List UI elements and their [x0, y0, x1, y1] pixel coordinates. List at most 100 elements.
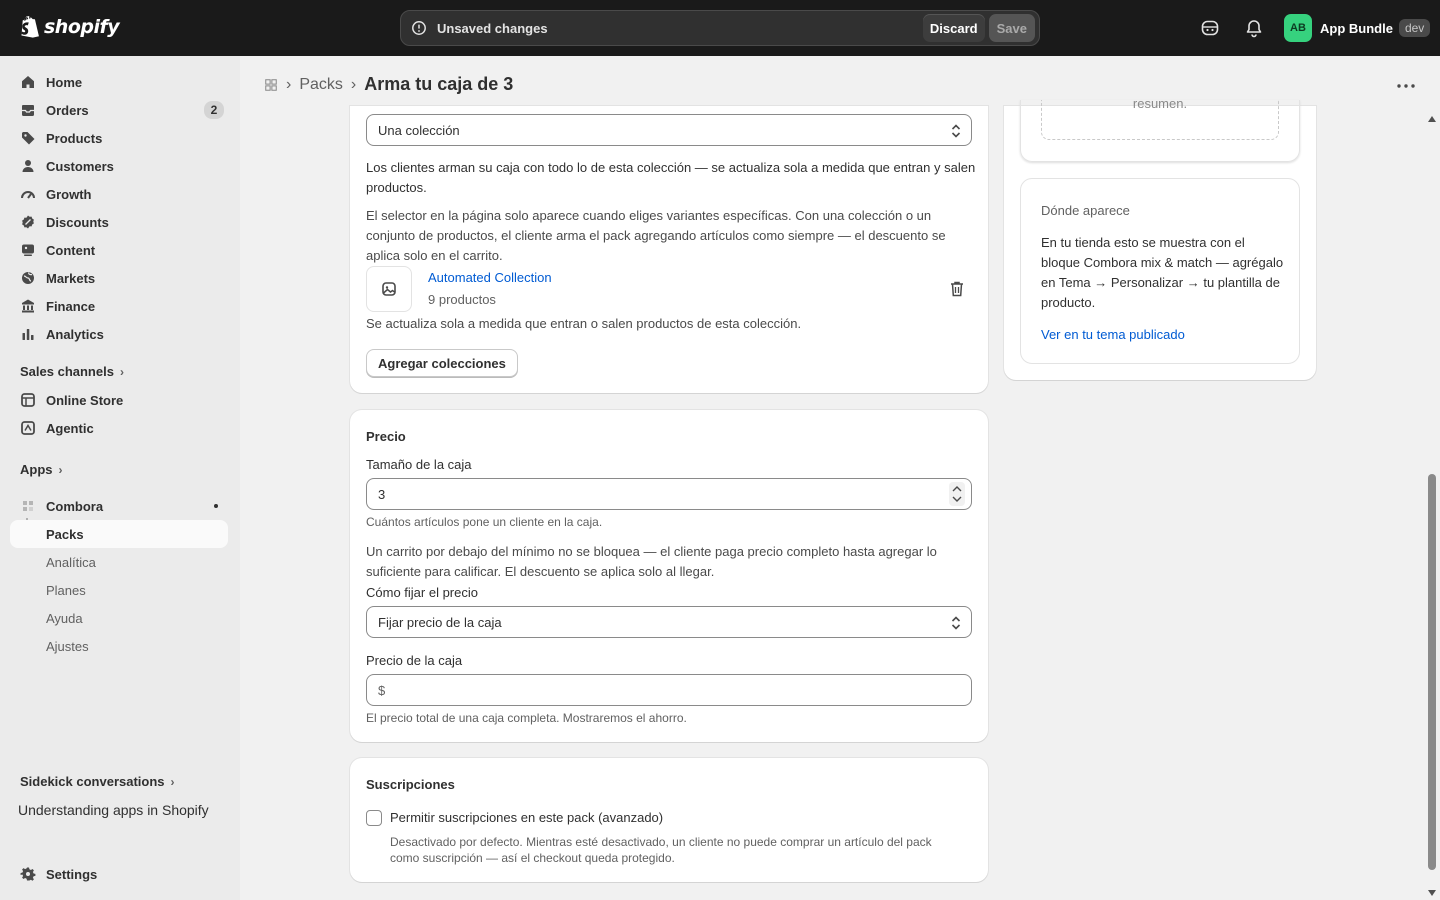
box-price-label: Precio de la caja — [366, 653, 463, 668]
number-stepper-icon[interactable] — [949, 482, 965, 506]
sidebar-item-settings[interactable]: Settings — [10, 860, 228, 888]
section-label: Sales channels — [20, 364, 114, 379]
sidebar-item-label: Settings — [46, 866, 98, 882]
more-horizontal-icon[interactable] — [1394, 76, 1418, 96]
product-source-select[interactable]: Una colección — [366, 114, 972, 146]
discount-icon — [22, 215, 34, 229]
globe-icon — [22, 272, 34, 284]
sidebar-subitem-analitica[interactable]: Analítica — [10, 548, 228, 576]
side-panel-card: resumen. Dónde aparece En tu tienda esto… — [1004, 100, 1316, 380]
image-icon — [382, 282, 396, 296]
top-bar: shopify Unsaved changes Discard Save AB … — [0, 0, 1440, 56]
view-published-theme-link[interactable]: Ver en tu tema publicado — [1041, 325, 1185, 345]
tag-icon — [22, 132, 35, 145]
shopify-logo[interactable]: shopify — [20, 15, 120, 39]
store-menu[interactable]: AB App Bundle dev — [1284, 14, 1431, 42]
sidekick-icon[interactable] — [1200, 18, 1220, 38]
collection-product-count: 9 productos — [428, 292, 496, 307]
sidebar-item-label: Agentic — [46, 420, 94, 436]
sidebar-subitem-ayuda[interactable]: Ayuda — [10, 604, 228, 632]
sidebar-item-discounts[interactable]: Discounts — [10, 208, 228, 236]
sidebar-item-label: Combora — [46, 498, 104, 514]
subscriptions-checkbox-label[interactable]: Permitir suscripciones en este pack (ava… — [390, 808, 663, 828]
summary-preview-box: resumen. — [1041, 100, 1279, 140]
subscriptions-checkbox[interactable] — [366, 810, 382, 826]
collection-link[interactable]: Automated Collection — [428, 268, 552, 288]
section-label: Sidekick conversations — [20, 774, 165, 789]
add-collections-button[interactable]: Agregar colecciones — [366, 349, 518, 377]
bell-icon[interactable] — [1244, 18, 1264, 38]
select-value: Fijar precio de la caja — [378, 614, 502, 630]
home-icon — [22, 76, 34, 88]
box-price-help: El precio total de una caja completa. Mo… — [366, 711, 687, 725]
subscriptions-help: Desactivado por defecto. Mientras esté d… — [390, 835, 932, 865]
select-value: Una colección — [378, 122, 460, 138]
breadcrumb-separator: › — [350, 75, 357, 93]
section-label: Apps — [20, 462, 53, 477]
sidebar-subitem-planes[interactable]: Planes — [10, 576, 228, 604]
sidebar-item-markets[interactable]: Markets — [10, 264, 228, 292]
content-icon — [22, 244, 34, 256]
avatar: AB — [1284, 14, 1312, 42]
bank-icon — [22, 299, 34, 313]
box-price-input[interactable]: $ — [366, 674, 972, 706]
sidebar-item-label: Orders — [46, 102, 89, 118]
sidebar-item-online-store[interactable]: Online Store — [10, 386, 228, 414]
sidebar-subitem-ajustes[interactable]: Ajustes — [10, 632, 228, 660]
sidebar-item-products[interactable]: Products — [10, 124, 228, 152]
pricing-method-select[interactable]: Fijar precio de la caja — [366, 606, 972, 638]
scroll-down-arrow-icon[interactable] — [1428, 890, 1436, 896]
box-size-input[interactable]: 3 — [366, 478, 972, 510]
sidekick-conversation-item[interactable]: Understanding apps in Shopify — [18, 802, 209, 818]
box-size-help: Cuántos artículos pone un cliente en la … — [366, 515, 603, 529]
page-title: Arma tu caja de 3 — [364, 74, 514, 94]
sidebar-item-growth[interactable]: Growth — [10, 180, 228, 208]
sidebar-item-label: Products — [46, 130, 103, 146]
scroll-up-arrow-icon[interactable] — [1428, 116, 1436, 122]
sidebar-item-label: Finance — [46, 298, 96, 314]
sidekick-heading[interactable]: Sidekick conversations › — [20, 774, 175, 789]
products-card: Una colección Los clientes arman su caja… — [350, 106, 988, 393]
currency-prefix: $ — [378, 682, 386, 698]
sidebar-item-content[interactable]: Content — [10, 236, 228, 264]
trash-icon[interactable] — [949, 280, 965, 298]
sidebar-item-analytics[interactable]: Analytics — [10, 320, 228, 348]
sidebar-subitem-packs[interactable]: Packs — [10, 520, 228, 548]
sidebar-item-label: Growth — [46, 186, 92, 202]
scrollbar-thumb[interactable] — [1428, 474, 1436, 870]
collection-description: Los clientes arman su caja con todo lo d… — [366, 160, 976, 195]
discard-button[interactable]: Discard — [922, 14, 985, 42]
bar-chart-icon — [22, 329, 34, 340]
sidebar-item-combora[interactable]: Combora — [10, 492, 228, 520]
where-appears-title: Dónde aparece — [1041, 203, 1130, 218]
sidebar-item-customers[interactable]: Customers — [10, 152, 228, 180]
unsaved-changes-bar: Unsaved changes Discard Save — [400, 10, 1040, 46]
store-icon — [21, 393, 35, 407]
apps-heading[interactable]: Apps › — [20, 462, 63, 477]
sidebar-item-agentic[interactable]: Agentic — [10, 414, 228, 442]
unsaved-changes-text: Unsaved changes — [437, 20, 548, 36]
breadcrumb-packs-link[interactable]: Packs — [299, 76, 343, 94]
sales-channels-heading[interactable]: Sales channels › — [20, 364, 124, 379]
orders-count-badge: 2 — [204, 101, 224, 119]
sidebar-item-home[interactable]: Home — [10, 68, 228, 96]
save-button[interactable]: Save — [988, 14, 1035, 42]
subscriptions-card: Suscripciones Permitir suscripciones en … — [350, 758, 988, 882]
combora-app-icon[interactable] — [264, 78, 278, 92]
summary-preview-text: resumen. — [1132, 100, 1188, 111]
sidebar-item-orders[interactable]: Orders 2 — [10, 96, 228, 124]
sidebar: Home Orders 2 Products Customers Growth … — [0, 56, 240, 900]
dev-badge: dev — [1398, 19, 1431, 37]
price-card-title: Precio — [366, 429, 406, 444]
select-arrows-icon — [951, 124, 961, 138]
price-card: Precio Tamaño de la caja 3 Cuántos artíc… — [350, 410, 988, 742]
breadcrumb: › Packs › Arma tu caja de 3 — [264, 74, 513, 95]
gear-icon — [20, 867, 36, 881]
person-icon — [22, 160, 34, 172]
sidebar-item-finance[interactable]: Finance — [10, 292, 228, 320]
pricing-method-label: Cómo fijar el precio — [366, 585, 478, 600]
page-scrollbar[interactable] — [1424, 114, 1440, 900]
where-appears-subcard: Dónde aparece En tu tienda esto se muest… — [1020, 178, 1300, 364]
collection-thumbnail — [366, 266, 412, 312]
collection-note: Se actualiza sola a medida que entran o … — [366, 316, 802, 331]
